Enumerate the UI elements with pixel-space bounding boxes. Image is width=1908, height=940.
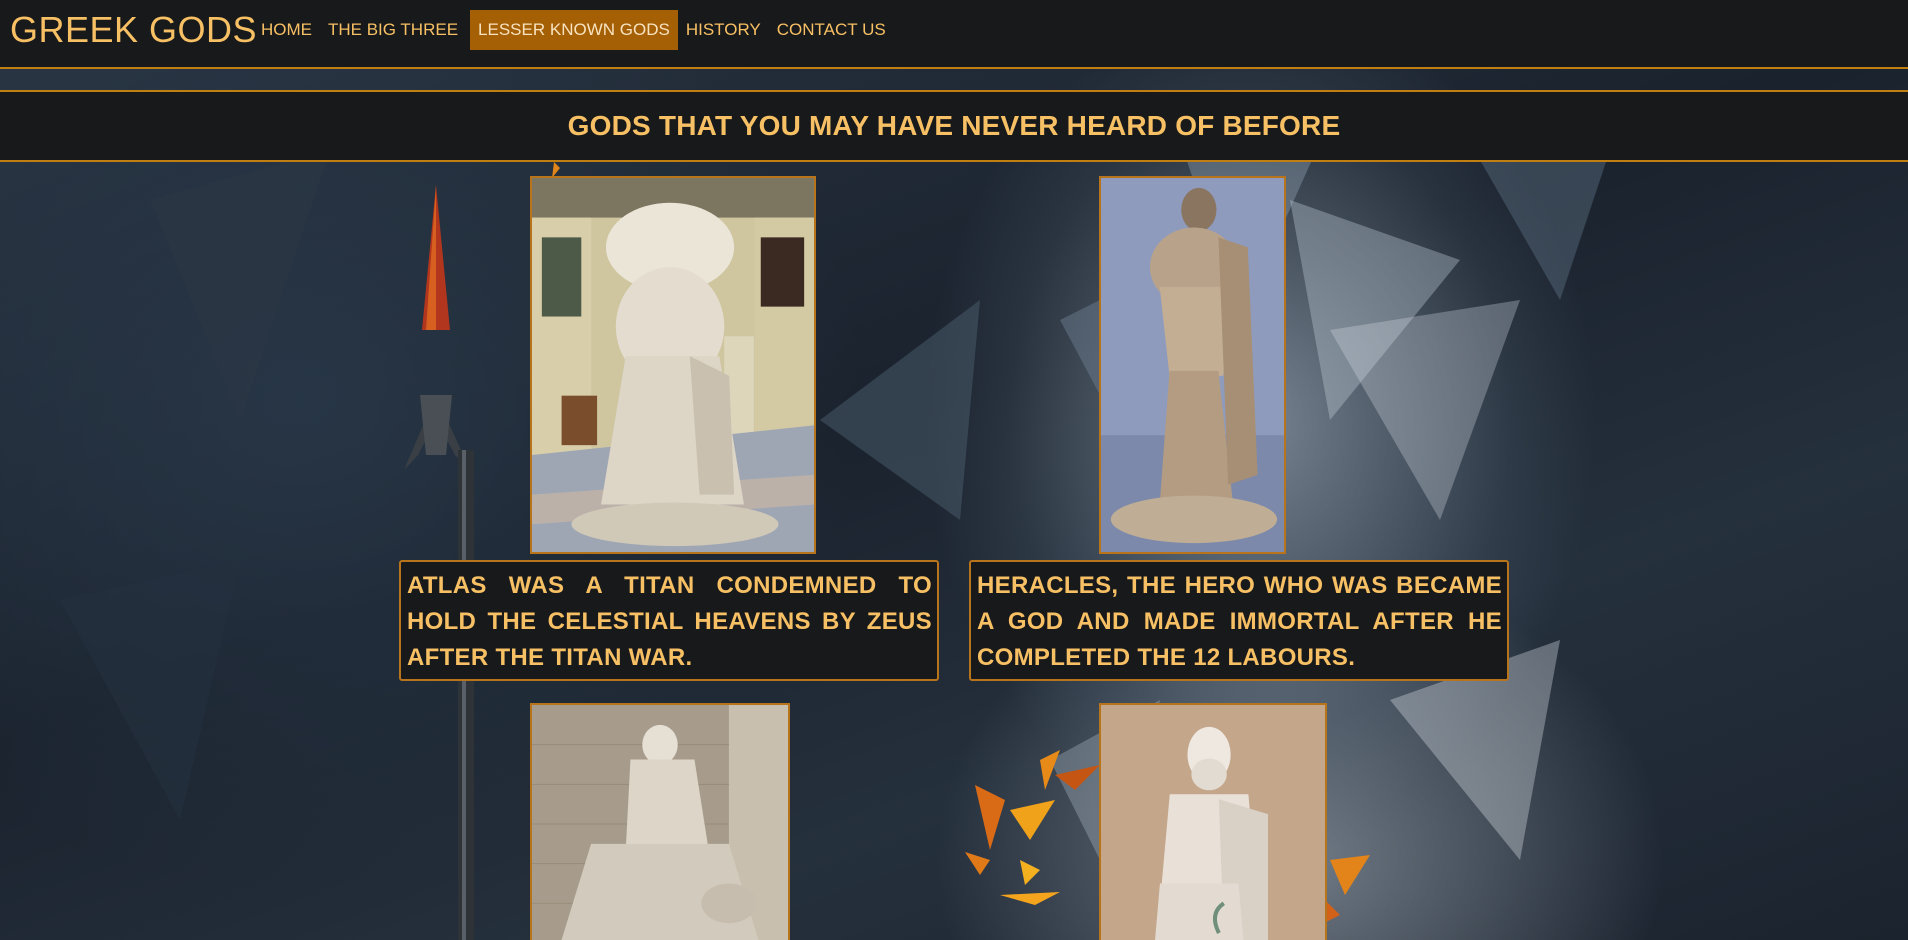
nav-big-three[interactable]: THE BIG THREE — [320, 10, 466, 50]
nav-lesser-known-gods[interactable]: LESSER KNOWN GODS — [470, 10, 678, 50]
atlas-caption-text: ATLAS WAS A TITAN CONDEMNED TO HOLD THE … — [407, 572, 932, 671]
bearded-god-statue-image — [1099, 703, 1327, 940]
main-nav: HOME THE BIG THREE LESSER KNOWN GODS HIS… — [253, 10, 894, 50]
female-statue-image — [530, 703, 790, 940]
page-banner: GODS THAT YOU MAY HAVE NEVER HEARD OF BE… — [0, 90, 1908, 162]
atlas-caption-box: ATLAS WAS A TITAN CONDEMNED TO HOLD THE … — [399, 560, 939, 681]
heracles-caption-text: HERACLES, THE HERO WHO WAS BECAME A GOD … — [977, 572, 1502, 671]
page-title: GODS THAT YOU MAY HAVE NEVER HEARD OF BE… — [567, 110, 1341, 141]
nav-history[interactable]: HISTORY — [678, 10, 769, 50]
site-logo[interactable]: GREEK GODS — [10, 9, 257, 51]
heracles-caption-box: HERACLES, THE HERO WHO WAS BECAME A GOD … — [969, 560, 1509, 681]
nav-home[interactable]: HOME — [253, 10, 320, 50]
atlas-statue-image — [530, 176, 816, 554]
heracles-statue-image — [1099, 176, 1286, 554]
nav-contact-us[interactable]: CONTACT US — [769, 10, 894, 50]
top-navbar: GREEK GODS HOME THE BIG THREE LESSER KNO… — [0, 0, 1908, 69]
